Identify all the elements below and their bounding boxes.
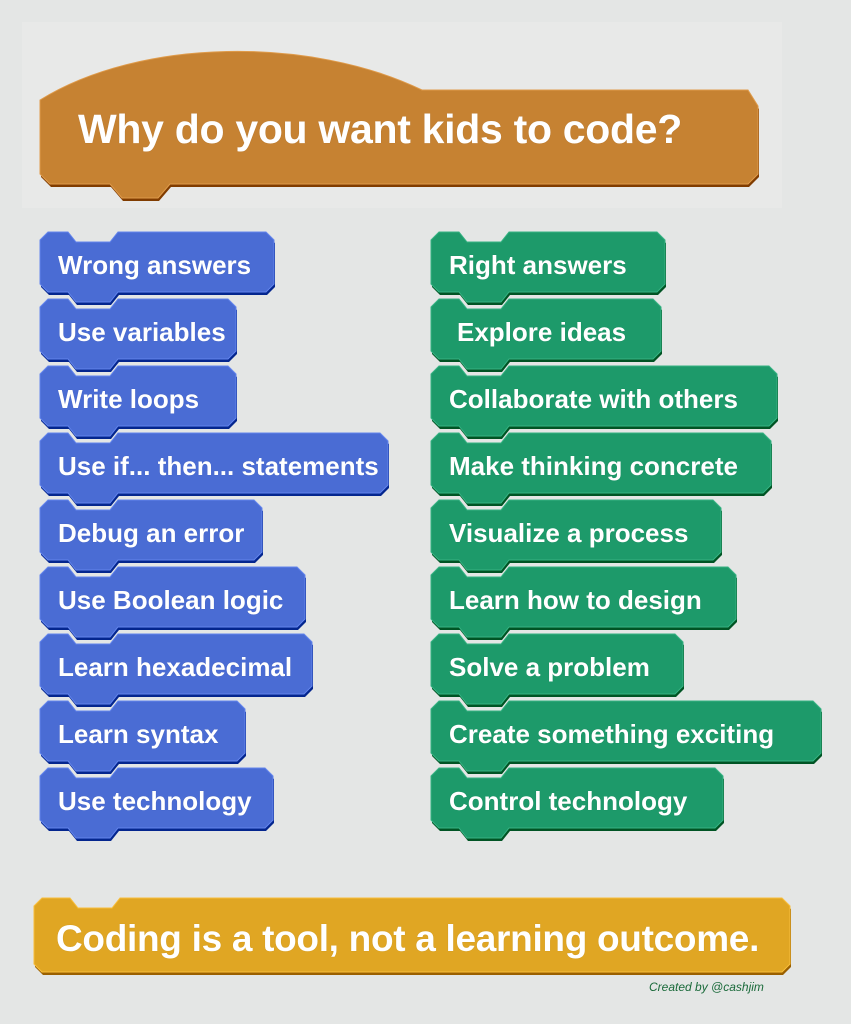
wrong-reason-block: Use technology [39, 767, 274, 841]
wrong-reason-block: Write loops [39, 365, 237, 439]
wrong-reason-label: Learn syntax [58, 719, 219, 749]
wrong-reason-label: Use if... then... statements [58, 451, 379, 481]
right-reason-label: Collaborate with others [449, 384, 738, 414]
wrong-reason-block: Debug an error [39, 499, 263, 573]
wrong-reason-label: Debug an error [58, 518, 245, 548]
wrong-reason-block: Learn hexadecimal [39, 633, 313, 707]
right-reason-block: Collaborate with others [430, 365, 778, 439]
wrong-reason-label: Write loops [58, 384, 200, 414]
conclusion-text: Coding is a tool, not a learning outcome… [56, 918, 760, 959]
right-reason-block: Right answers [430, 231, 666, 305]
wrong-reason-block: Use variables [39, 298, 237, 372]
right-reason-label: Learn how to design [449, 585, 702, 615]
right-reason-label: Visualize a process [449, 518, 689, 548]
wrong-reason-block: Learn syntax [39, 700, 246, 774]
right-reason-block: Explore ideas [430, 298, 662, 372]
right-reason-label: Control technology [449, 786, 688, 816]
wrong-reason-block: Use if... then... statements [39, 432, 389, 506]
wrong-reason-label: Learn hexadecimal [58, 652, 293, 682]
credit-text: Created by @cashjim [649, 980, 764, 994]
right-reason-label: Explore ideas [457, 317, 627, 347]
wrong-reason-label: Use technology [58, 786, 252, 816]
right-reason-block: Make thinking concrete [430, 432, 772, 506]
right-reason-block: Visualize a process [430, 499, 722, 573]
right-reason-block: Control technology [430, 767, 724, 841]
wrong-reason-block: Use Boolean logic [39, 566, 306, 640]
conclusion-block: Coding is a tool, not a learning outcome… [33, 897, 791, 978]
wrong-reason-label: Use variables [58, 317, 226, 347]
wrong-reason-label: Wrong answers [58, 250, 252, 280]
right-reason-block: Learn how to design [430, 566, 737, 640]
right-reason-label: Solve a problem [449, 652, 650, 682]
wrong-reason-block: Wrong answers [39, 231, 275, 305]
right-reason-label: Right answers [449, 250, 627, 280]
right-reason-block: Create something exciting [430, 700, 822, 774]
wrong-reason-label: Use Boolean logic [58, 585, 284, 615]
page-title: Why do you want kids to code? [78, 106, 683, 152]
hat-block: Why do you want kids to code? [39, 50, 759, 202]
right-reason-label: Make thinking concrete [449, 451, 738, 481]
right-reason-label: Create something exciting [449, 719, 775, 749]
right-reason-block: Solve a problem [430, 633, 684, 707]
